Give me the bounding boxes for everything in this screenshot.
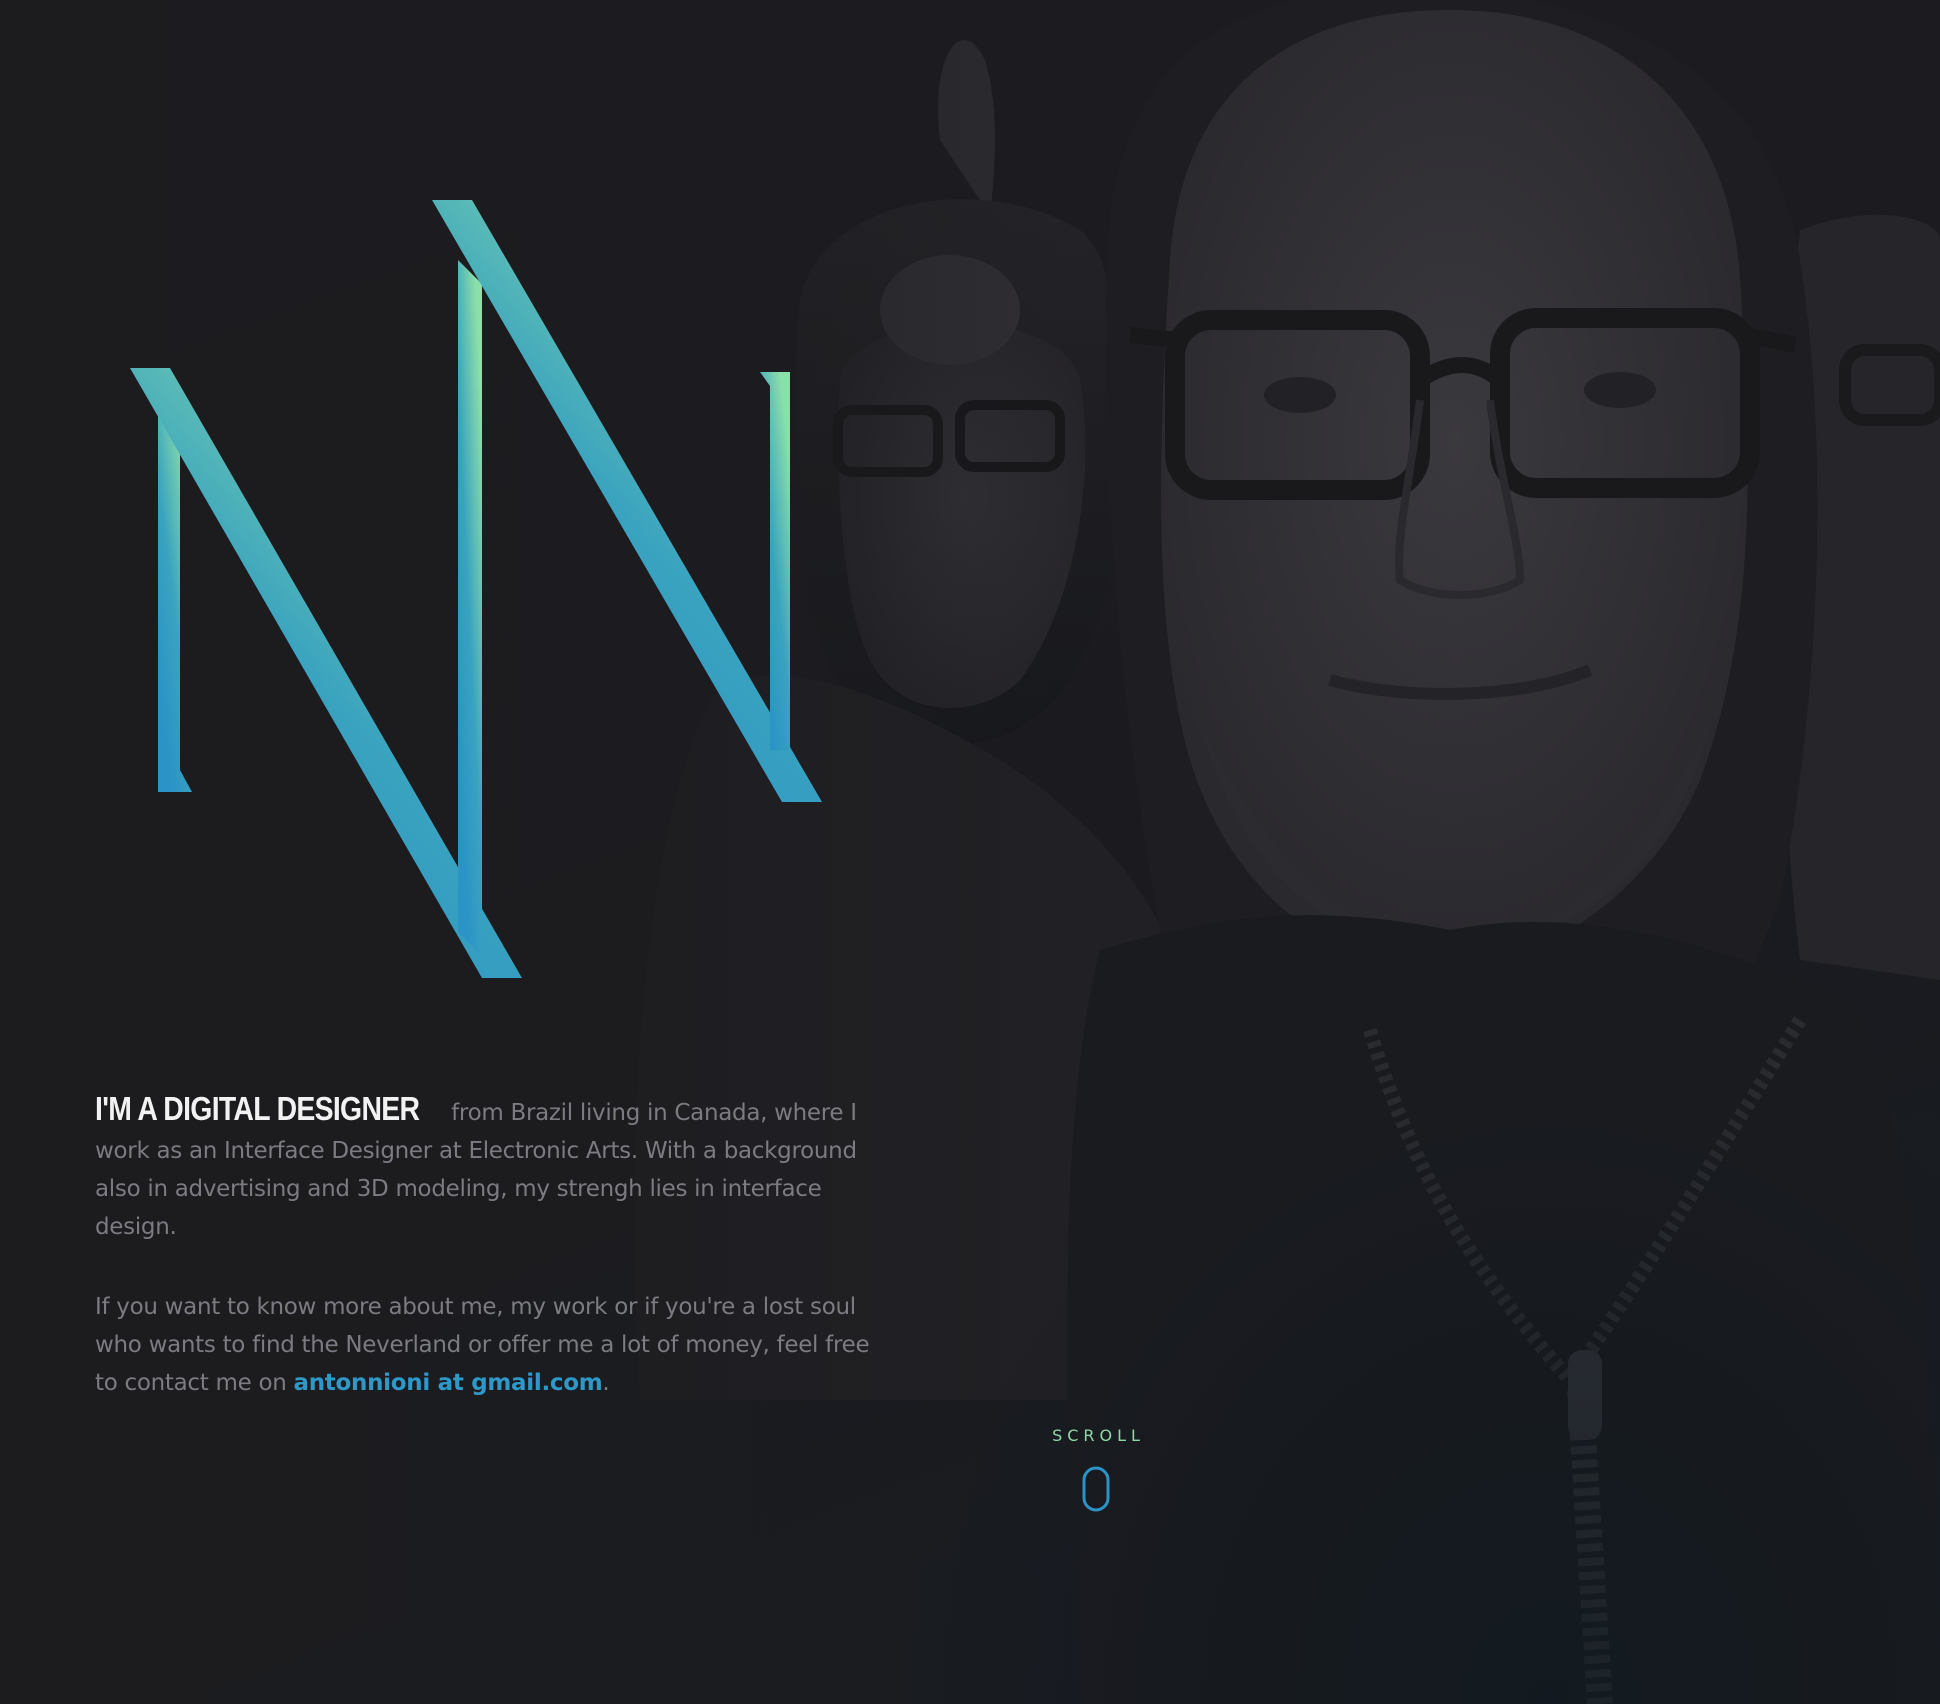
nn-logo: [130, 200, 822, 978]
intro-text-2-end: .: [602, 1370, 610, 1396]
intro-paragraph-2: If you want to know more about me, my wo…: [95, 1288, 895, 1402]
intro-section: I'M A DIGITAL DESIGNER from Brazil livin…: [95, 1090, 895, 1402]
headline: I'M A DIGITAL DESIGNER: [95, 1090, 420, 1127]
scroll-label: SCROLL: [1052, 1426, 1145, 1445]
email-link[interactable]: antonnioni at gmail.com: [294, 1370, 603, 1396]
hero-page: I'M A DIGITAL DESIGNER from Brazil livin…: [0, 0, 1940, 1704]
intro-paragraph-1: I'M A DIGITAL DESIGNER from Brazil livin…: [95, 1090, 895, 1246]
scroll-indicator[interactable]: SCROLL: [1046, 1426, 1146, 1704]
mouse-icon: [1082, 1466, 1110, 1704]
